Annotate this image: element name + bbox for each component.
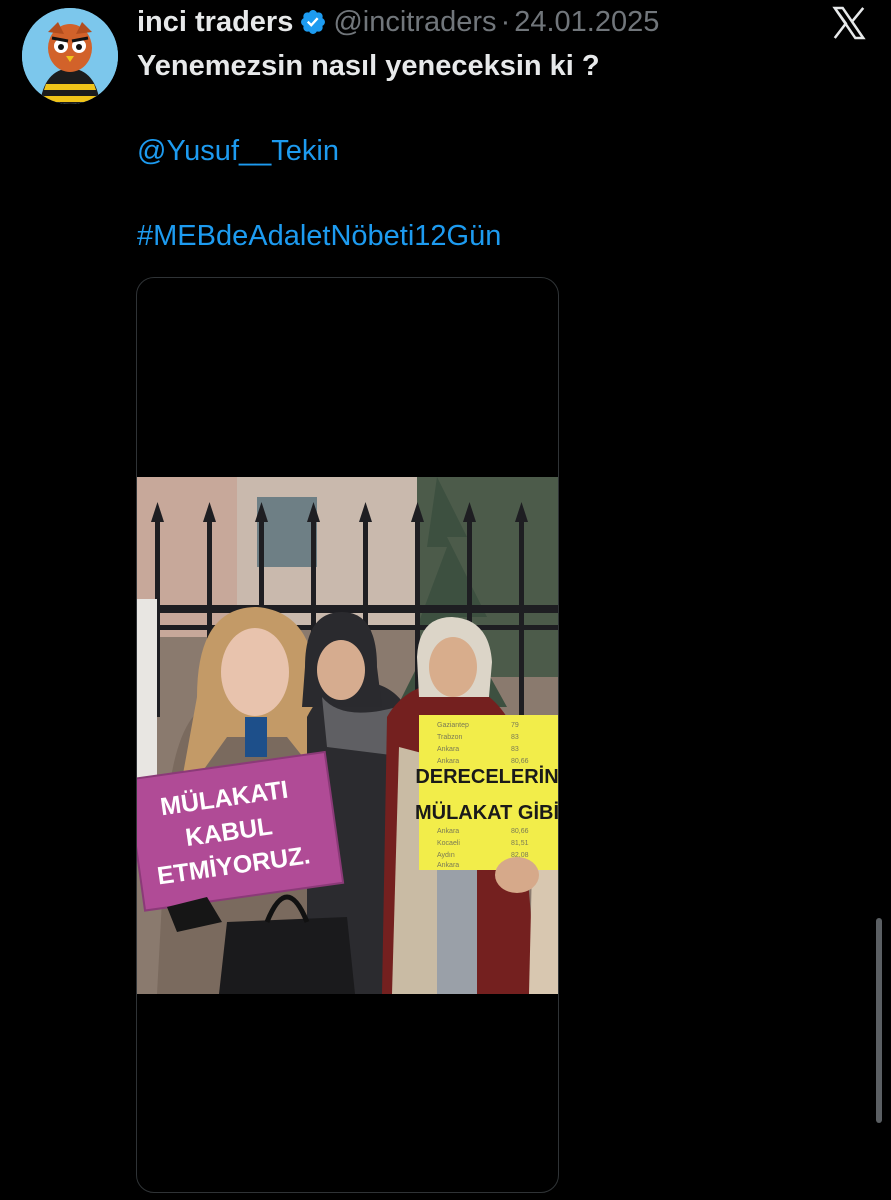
owl-avatar-icon	[22, 8, 118, 104]
tweet-header: inci traders @incitraders · 24.01.2025	[137, 2, 659, 42]
separator-dot: ·	[500, 5, 511, 38]
table-city-2: Trabzon	[437, 734, 463, 741]
mention-link[interactable]: @Yusuf__Tekin	[137, 135, 339, 168]
table-score-5: 80,66	[511, 828, 529, 835]
table-city-5: Ankara	[437, 828, 459, 835]
table-city-3: Ankara	[437, 746, 459, 753]
sign-right-line-2: MÜLAKAT GİBİ	[415, 801, 558, 824]
table-city-4: Ankara	[437, 758, 459, 765]
tweet-text: Yenemezsin nasıl yeneceksin ki ?	[137, 50, 600, 82]
table-score-2: 83	[511, 734, 519, 741]
media-card[interactable]: MÜLAKATI KABUL ETMİYORUZ. Gaziantep 79 Tr…	[136, 277, 559, 1193]
sign-right-line-1: DERECELERİN	[415, 765, 558, 788]
tweet-date[interactable]: 24.01.2025	[514, 6, 659, 39]
x-logo-icon[interactable]	[830, 4, 868, 42]
hashtag-link[interactable]: #MEBdeAdaletNöbeti12Gün	[137, 220, 501, 253]
table-score-4: 80,66	[511, 758, 529, 765]
table-score-1: 79	[511, 722, 519, 729]
author-handle[interactable]: @incitraders	[333, 6, 496, 39]
scrollbar[interactable]	[876, 918, 882, 1123]
table-city-6: Kocaeli	[437, 840, 460, 847]
table-city-8: Ankara	[437, 862, 459, 869]
table-score-6: 81,51	[511, 840, 529, 847]
verified-badge-icon	[301, 10, 326, 34]
author-name[interactable]: inci traders	[137, 6, 293, 39]
protest-photo[interactable]: MÜLAKATI KABUL ETMİYORUZ. Gaziantep 79 Tr…	[137, 477, 558, 994]
table-city-1: Gaziantep	[437, 722, 469, 729]
avatar[interactable]	[22, 8, 118, 104]
table-score-3: 83	[511, 746, 519, 753]
table-city-7: Aydın	[437, 852, 455, 859]
